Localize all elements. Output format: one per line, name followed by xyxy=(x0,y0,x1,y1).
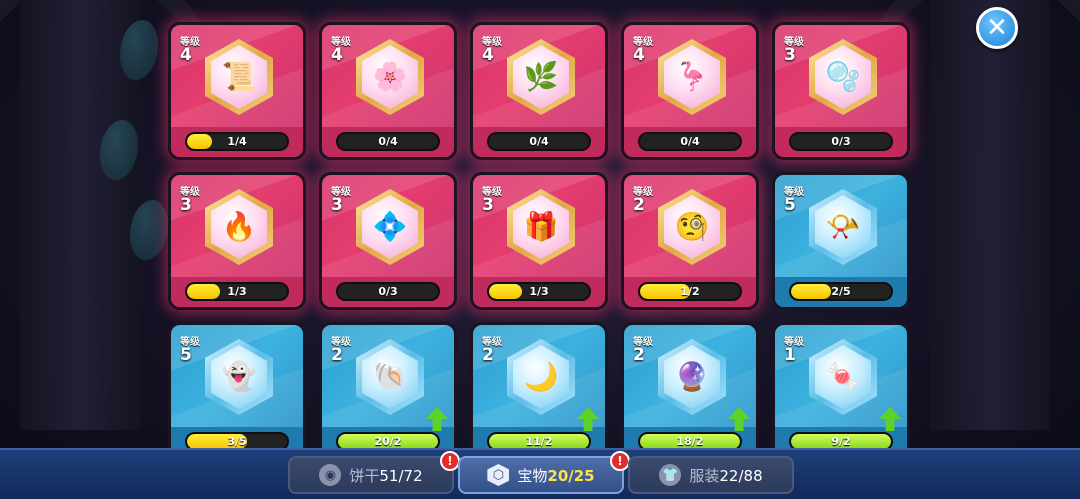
progress-bar: 0/4 xyxy=(487,132,591,151)
level-number: 2 xyxy=(633,195,645,215)
cookie-icon: ◉ xyxy=(319,464,342,486)
treasure-flower-icon: 🌸 xyxy=(362,45,418,109)
level-number: 3 xyxy=(331,195,343,215)
progress-bar: 0/4 xyxy=(638,132,742,151)
treasure-blue-cloth-icon: 💠 xyxy=(362,195,418,259)
tab-label: 服装22/88 xyxy=(689,466,763,485)
progress-text: 3/5 xyxy=(227,435,247,448)
tab-cookies[interactable]: ◉ 饼干51/72 ! xyxy=(288,451,460,494)
treasure-card-treasure-horn[interactable]: 等级 5 📯 2/5 xyxy=(772,172,910,310)
close-button[interactable]: ✕ xyxy=(976,7,1018,49)
progress-bar: 0/3 xyxy=(789,132,893,151)
progress-text: 1/2 xyxy=(680,285,700,298)
treasure-card-treasure-dark-shell[interactable]: 等级 2 🐚 20/2 xyxy=(319,322,457,460)
treasure-wrapped-orb-icon: 🎁 xyxy=(513,195,569,259)
treasure-card-treasure-blue-cloth[interactable]: 等级 3 💠 0/3 xyxy=(319,172,457,310)
treasure-card-treasure-ghost[interactable]: 等级 5 👻 3/5 xyxy=(168,322,306,460)
level-number: 4 xyxy=(482,45,494,65)
progress-text: 1/3 xyxy=(227,285,247,298)
level-number: 4 xyxy=(331,45,343,65)
treasure-candy-icon: 🍬 xyxy=(815,345,871,409)
treasure-card-treasure-swan[interactable]: 等级 4 🦩 0/4 xyxy=(621,22,759,160)
treasure-scythe-icon: 🌙 xyxy=(513,345,569,409)
progress-text: 9/2 xyxy=(831,435,851,448)
progress-bar: 1/2 xyxy=(638,282,742,301)
treasure-card-treasure-wrapped-orb[interactable]: 等级 3 🎁 1/3 xyxy=(470,172,608,310)
progress-bar: 0/3 xyxy=(336,282,440,301)
treasure-card-treasure-branch[interactable]: 等级 4 🌿 0/4 xyxy=(470,22,608,160)
progress-text: 11/2 xyxy=(525,435,553,448)
treasure-scroll-icon: 📜 xyxy=(211,45,267,109)
progress-text: 0/4 xyxy=(378,135,398,148)
treasure-card-treasure-bubbles[interactable]: 等级 3 🫧 0/3 xyxy=(772,22,910,160)
treasure-card-treasure-candy[interactable]: 等级 1 🍬 9/2 xyxy=(772,322,910,460)
treasure-bubbles-icon: 🫧 xyxy=(815,45,871,109)
level-number: 2 xyxy=(633,345,645,365)
treasure-swan-icon: 🦩 xyxy=(664,45,720,109)
treasure-card-treasure-flame[interactable]: 等级 3 🔥 1/3 xyxy=(168,172,306,310)
level-number: 1 xyxy=(784,345,796,365)
treasure-card-treasure-ghost-orb[interactable]: 等级 2 🔮 18/2 xyxy=(621,322,759,460)
alert-badge-icon: ! xyxy=(610,451,630,471)
tab-label: 宝物20/25 xyxy=(517,466,595,485)
treasure-card-treasure-scythe[interactable]: 等级 2 🌙 11/2 xyxy=(470,322,608,460)
progress-bar: 1/4 xyxy=(185,132,289,151)
level-number: 4 xyxy=(633,45,645,65)
progress-text: 0/3 xyxy=(378,285,398,298)
treasure-card-treasure-flower[interactable]: 等级 4 🌸 0/4 xyxy=(319,22,457,160)
tab-treasures[interactable]: ⬡ 宝物20/25 ! xyxy=(458,451,630,494)
treasure-flame-icon: 🔥 xyxy=(211,195,267,259)
level-number: 3 xyxy=(482,195,494,215)
treasure-card-treasure-scroll[interactable]: 等级 4 📜 1/4 xyxy=(168,22,306,160)
progress-text: 0/4 xyxy=(529,135,549,148)
progress-text: 0/3 xyxy=(831,135,851,148)
level-number: 5 xyxy=(180,345,192,365)
progress-bar: 0/4 xyxy=(336,132,440,151)
treasure-ghost-orb-icon: 🔮 xyxy=(664,345,720,409)
treasure-card-treasure-monocle[interactable]: 等级 2 🧐 1/2 xyxy=(621,172,759,310)
tab-label: 饼干51/72 xyxy=(349,466,423,485)
progress-bar: 2/5 xyxy=(789,282,893,301)
background-column-right xyxy=(930,0,1050,430)
shirt-icon: 👕 xyxy=(659,464,682,486)
progress-text: 20/2 xyxy=(374,435,402,448)
close-icon: ✕ xyxy=(986,13,1008,43)
progress-bar: 1/3 xyxy=(185,282,289,301)
treasure-monocle-icon: 🧐 xyxy=(664,195,720,259)
treasure-dark-shell-icon: 🐚 xyxy=(362,345,418,409)
level-number: 3 xyxy=(180,195,192,215)
level-number: 3 xyxy=(784,45,796,65)
treasure-ghost-icon: 👻 xyxy=(211,345,267,409)
treasure-branch-icon: 🌿 xyxy=(513,45,569,109)
progress-text: 2/5 xyxy=(831,285,851,298)
progress-text: 1/4 xyxy=(227,135,247,148)
progress-text: 1/3 xyxy=(529,285,549,298)
level-number: 2 xyxy=(482,345,494,365)
level-number: 5 xyxy=(784,195,796,215)
progress-text: 18/2 xyxy=(676,435,704,448)
level-number: 2 xyxy=(331,345,343,365)
treasure-grid: 等级 4 📜 1/4 等级 4 🌸 0/4 等级 4 🌿 0/4 等级 4 🦩 … xyxy=(168,22,910,460)
tab-costumes[interactable]: 👕 服装22/88 xyxy=(628,456,794,494)
progress-text: 0/4 xyxy=(680,135,700,148)
hexagon-icon: ⬡ xyxy=(487,464,510,486)
alert-badge-icon: ! xyxy=(440,451,460,471)
progress-bar: 1/3 xyxy=(487,282,591,301)
treasure-horn-icon: 📯 xyxy=(815,195,871,259)
bottom-tab-bar: ◉ 饼干51/72 ! ⬡ 宝物20/25 ! 👕 服装22/88 xyxy=(0,448,1080,499)
level-number: 4 xyxy=(180,45,192,65)
